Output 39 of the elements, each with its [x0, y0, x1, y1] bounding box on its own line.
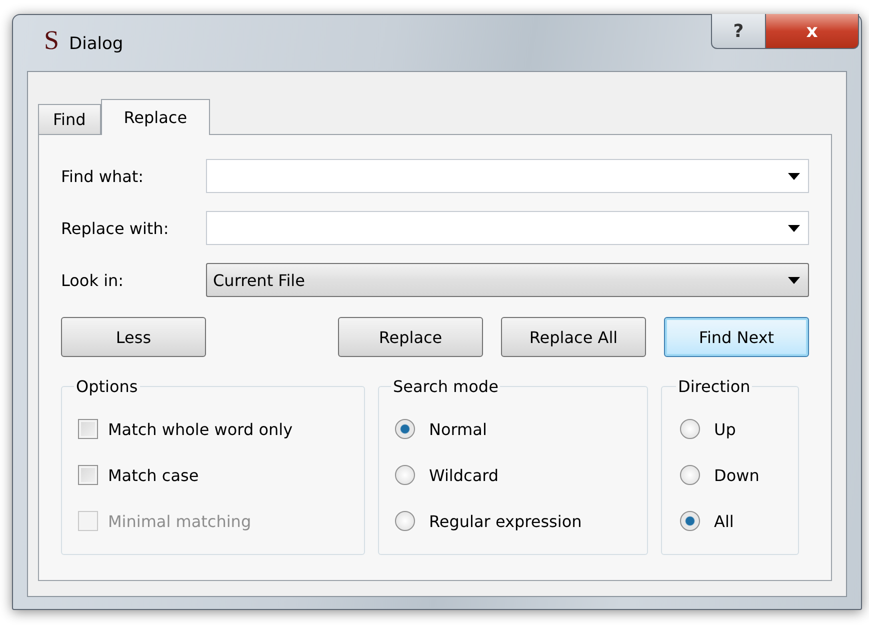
option-label: Normal	[429, 420, 487, 438]
checkbox[interactable]	[78, 465, 98, 485]
group-title: Options	[75, 377, 139, 396]
push-button[interactable]: Find Next	[664, 317, 809, 357]
field-label: Replace with:	[61, 218, 170, 238]
radio-button[interactable]	[680, 511, 700, 531]
option-label: Up	[714, 420, 736, 438]
option-label: All	[714, 512, 734, 530]
option-label: Match whole word only	[108, 420, 293, 438]
radio-button[interactable]	[680, 419, 700, 439]
combo-field[interactable]	[206, 159, 809, 193]
help-button[interactable]: ?	[711, 14, 766, 49]
option-label: Minimal matching	[108, 512, 252, 530]
radio-button[interactable]	[680, 465, 700, 485]
caret-icon	[788, 224, 800, 232]
caret-icon	[788, 276, 800, 284]
field-label: Find what:	[61, 166, 145, 186]
push-button[interactable]: Replace All	[501, 317, 646, 357]
app-logo-icon: S	[44, 27, 60, 54]
push-button[interactable]: Less	[61, 317, 206, 357]
window-title: Dialog	[69, 34, 124, 54]
push-button[interactable]: Replace	[338, 317, 483, 357]
group-title: Direction	[677, 377, 752, 396]
option-label: Match case	[108, 466, 199, 484]
option-label: Down	[714, 466, 760, 484]
field-label: Look in:	[61, 270, 125, 290]
option-label: Wildcard	[429, 466, 499, 484]
tab[interactable]: Replace	[100, 99, 210, 135]
caret-icon	[788, 172, 800, 180]
tab[interactable]: Find	[38, 104, 101, 134]
dropdown-field[interactable]: Current File	[206, 263, 809, 297]
combo-field[interactable]	[206, 211, 809, 245]
radio-button[interactable]	[395, 419, 415, 439]
radio-button[interactable]	[395, 465, 415, 485]
close-button[interactable]: x	[766, 14, 859, 49]
group-title: Search mode	[392, 377, 500, 396]
checkbox[interactable]	[78, 419, 98, 439]
option-label: Regular expression	[429, 512, 582, 530]
radio-button[interactable]	[395, 511, 415, 531]
